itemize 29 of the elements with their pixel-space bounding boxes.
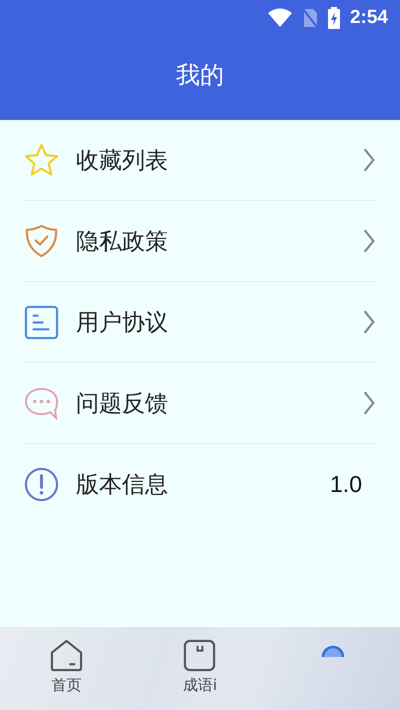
wifi-icon [268,8,292,28]
status-time: 2:54 [350,7,388,29]
shield-check-icon [24,224,59,258]
menu-item[interactable]: 隐私政策 [24,201,376,282]
menu-label: 隐私政策 [76,228,169,256]
menu-item[interactable]: 问题反馈 [24,363,376,444]
menu-item[interactable]: 收藏列表 [24,120,376,201]
menu-label: 用户协议 [76,308,169,338]
chat-bubble-icon [24,386,59,420]
nav-tab[interactable]: 首页 [0,627,134,710]
bookmark-square-icon [183,639,216,672]
menu-item[interactable]: 版本信息 1.0 [24,444,376,524]
chevron-right-icon [362,309,376,335]
page-title: 我的 [175,60,225,91]
battery-charging-icon [328,7,340,29]
menu-label: 收藏列表 [76,146,169,176]
menu-label: 问题反馈 [76,390,169,418]
exclamation-icon [24,466,59,502]
chevron-right-icon [362,390,376,416]
chevron-right-icon [362,147,376,173]
menu-label: 版本信息 [76,470,169,500]
no-sim-icon [302,8,318,28]
version-number: 1.0 [330,470,362,498]
star-icon [24,142,59,178]
document-icon [24,304,59,340]
chevron-right-icon [362,228,376,254]
menu-item[interactable]: 用户协议 [24,282,376,363]
home-icon [50,639,84,672]
nav-tab[interactable]: 成语i [133,627,267,710]
